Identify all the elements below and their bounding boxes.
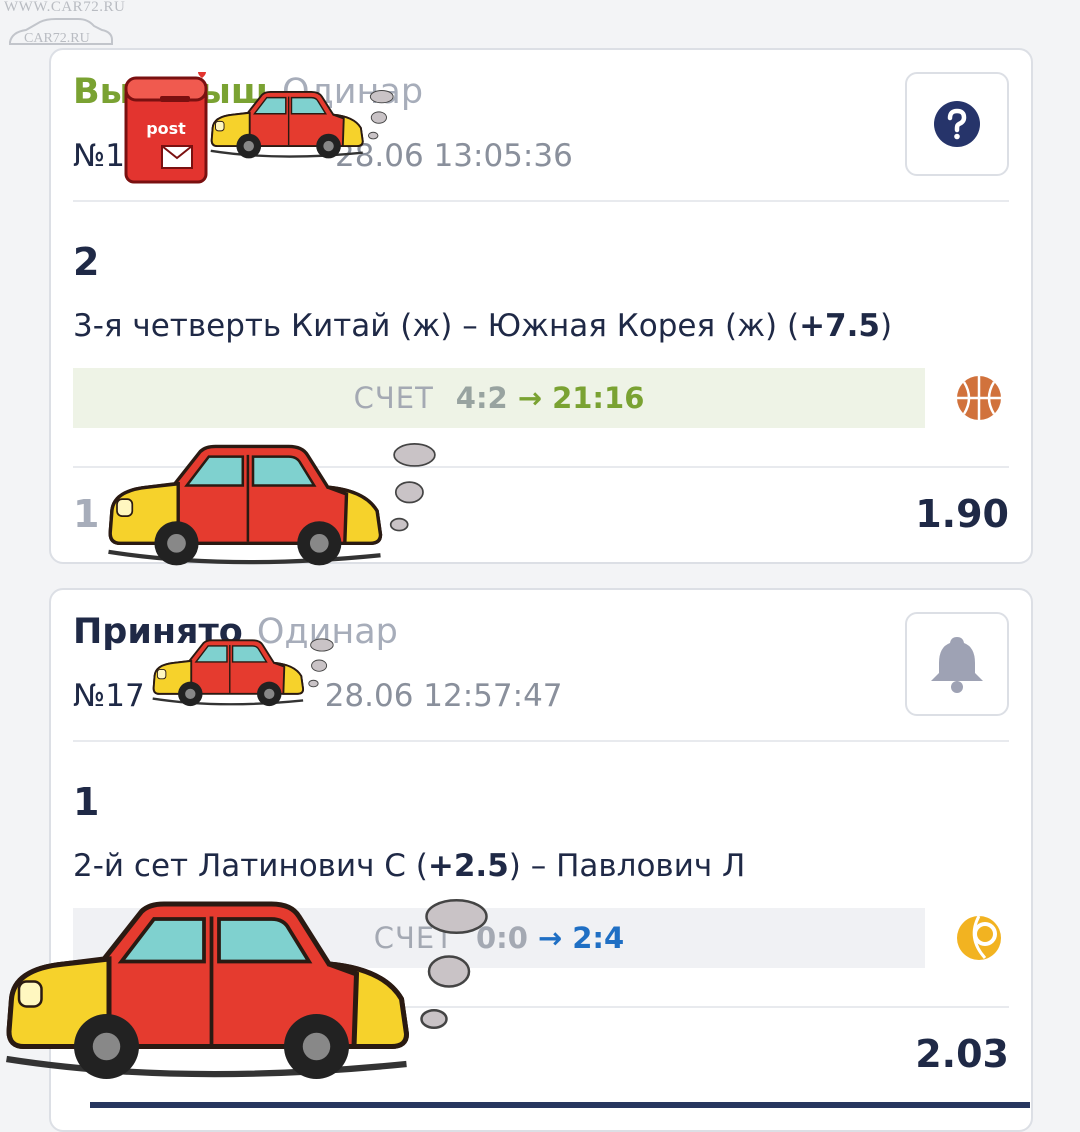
- market-text: 3-я четверть Китай (ж) – Южная Корея (ж)…: [73, 308, 800, 344]
- score-label: СЧЕТ: [353, 381, 434, 415]
- bet-market: 2-й сет Латинович С (+2.5) – Павлович Л: [73, 848, 745, 884]
- market-text-end: ): [879, 308, 893, 344]
- car-sticker-icon: [100, 436, 440, 586]
- score-bar: СЧЕТ 4:2 → 21:16: [73, 368, 925, 428]
- handicap-value: +2.5: [427, 848, 509, 884]
- score-arrow-icon: →: [517, 381, 543, 415]
- watermark: WWW.CAR72.RU CAR72.RU: [2, 0, 132, 52]
- score-previous: 4:2: [455, 381, 508, 415]
- market-text: 2-й сет Латинович С (: [73, 848, 428, 884]
- divider: [73, 200, 1009, 202]
- handicap-value: +7.5: [799, 308, 880, 344]
- svg-text:post: post: [146, 119, 186, 138]
- watermark-logo: CAR72.RU: [24, 31, 90, 46]
- bet-odds: 2.03: [915, 1032, 1009, 1076]
- notifications-button[interactable]: [905, 612, 1009, 716]
- bet-number: №1: [73, 138, 125, 174]
- question-icon: [934, 101, 980, 147]
- bet-outcome: 1: [73, 780, 100, 824]
- bet-date: 28.06 12:57:47: [324, 678, 563, 714]
- car-sticker-icon: [209, 89, 395, 160]
- bet-outcome: 2: [73, 240, 100, 284]
- score-current: 2:4: [572, 921, 625, 955]
- bell-icon: [931, 637, 983, 693]
- bet-odds: 1.90: [915, 492, 1009, 536]
- watermark-url: WWW.CAR72.RU: [4, 0, 126, 15]
- score-current: 21:16: [552, 381, 645, 415]
- postbox-sticker-icon: post: [124, 72, 208, 184]
- bet-market: 3-я четверть Китай (ж) – Южная Корея (ж)…: [73, 308, 892, 344]
- basketball-icon: [957, 376, 1001, 420]
- tennis-ball-icon: [957, 915, 1001, 960]
- car-sticker-icon: [151, 637, 335, 708]
- score-arrow-icon: →: [537, 921, 563, 955]
- divider: [73, 740, 1009, 742]
- market-text-end: ) – Павлович Л: [508, 848, 746, 884]
- bet-stake: 1: [73, 492, 100, 536]
- bet-number: №17: [73, 678, 145, 714]
- car-sticker-icon: [0, 890, 494, 1108]
- help-button[interactable]: [905, 72, 1009, 176]
